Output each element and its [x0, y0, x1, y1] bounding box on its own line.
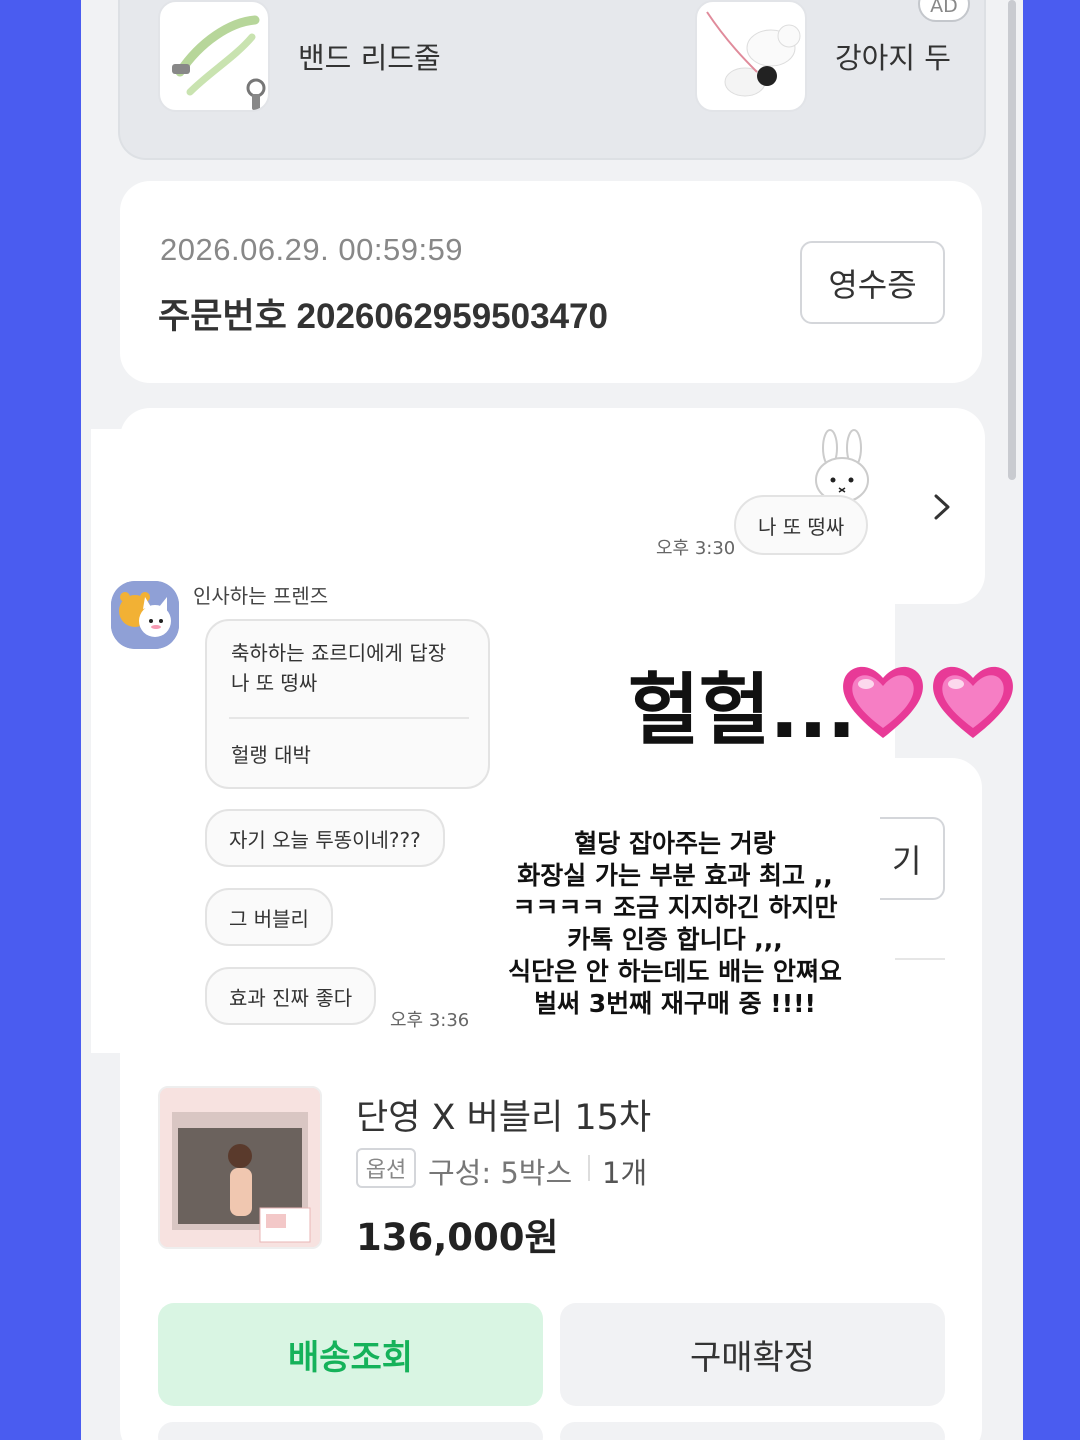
chevron-right-icon[interactable]	[928, 492, 954, 522]
scrollbar[interactable]	[1008, 0, 1016, 480]
order-number: 주문번호 2026062959503470	[158, 297, 608, 336]
my-message-bubble: 나 또 떵싸	[734, 495, 869, 555]
my-message-time: 오후 3:30	[656, 538, 736, 559]
friend-message-text: 자기 오늘 투똥이네???	[229, 827, 421, 852]
option-separator	[588, 1155, 590, 1181]
reply-header: 축하하는 죠르디에게 답장	[231, 641, 447, 665]
friend-avatar[interactable]	[111, 581, 179, 649]
button-row-next[interactable]	[158, 1422, 543, 1440]
dog-harness-product-image	[695, 0, 807, 112]
review-line: 혈당 잡아주는 거랑	[574, 829, 776, 858]
reply-quote: 나 또 떵싸	[231, 671, 318, 695]
leash-product-image	[158, 0, 270, 112]
partial-button[interactable]: 기	[880, 817, 945, 900]
friend-message-bubble: 자기 오늘 투똥이네???	[205, 809, 445, 867]
product-price: 136,000원	[356, 1216, 559, 1259]
ad-badge: AD	[918, 0, 970, 22]
my-message-text: 나 또 떵싸	[758, 514, 845, 539]
product-quantity: 1개	[602, 1156, 648, 1190]
button-row-next[interactable]	[560, 1422, 945, 1440]
product-title[interactable]: 단영 X 버블리 15차	[356, 1089, 651, 1140]
pink-heart-icon	[933, 666, 1013, 738]
ad-item-label: 강아지 두	[835, 41, 951, 75]
option-tag: 옵션	[356, 1148, 416, 1188]
friend-message-time: 오후 3:36	[390, 1010, 470, 1031]
review-line: 식단은 안 하는데도 배는 안쪄요	[508, 957, 842, 986]
confirm-purchase-button[interactable]: 구매확정	[560, 1303, 945, 1406]
partial-button-label: 기	[892, 841, 922, 880]
friend-message-bubble: 그 버블리	[205, 888, 333, 946]
track-delivery-button[interactable]: 배송조회	[158, 1303, 543, 1406]
pink-heart-icon	[843, 666, 923, 738]
friend-message-text: 그 버블리	[229, 906, 309, 931]
friend-message-text: 효과 진짜 좋다	[229, 985, 353, 1010]
order-datetime: 2026.06.29. 00:59:59	[160, 232, 464, 267]
friend-name: 인사하는 프렌즈	[193, 584, 329, 608]
ad-item-leash[interactable]: 밴드 리드줄	[158, 0, 441, 112]
review-line: 카톡 인증 합니다 ,,,	[567, 925, 783, 954]
receipt-button[interactable]: 영수증	[800, 241, 945, 324]
review-line: 벌써 3번째 재구매 중 !!!!	[534, 989, 816, 1018]
ad-item-label: 밴드 리드줄	[298, 41, 441, 75]
divider	[895, 958, 945, 960]
review-line: ㅋㅋㅋㅋ 조금 지지하긴 하지만	[512, 893, 838, 922]
reply-divider	[229, 717, 469, 719]
product-image[interactable]	[158, 1086, 322, 1249]
overlay-headline: 헐헐...	[628, 666, 856, 756]
review-caption: 혈당 잡아주는 거랑 화장실 가는 부분 효과 최고 ,, ㅋㅋㅋㅋ 조금 지지…	[490, 828, 860, 1020]
reply-text: 헐랭 대박	[231, 743, 311, 767]
reply-bubble: 축하하는 죠르디에게 답장 나 또 떵싸 헐랭 대박	[205, 619, 490, 789]
review-line: 화장실 가는 부분 효과 최고 ,,	[517, 861, 833, 890]
friend-message-bubble: 효과 진짜 좋다	[205, 967, 377, 1025]
ad-item-harness[interactable]: 강아지 두	[695, 0, 951, 112]
product-option: 구성: 5박스	[428, 1156, 573, 1190]
